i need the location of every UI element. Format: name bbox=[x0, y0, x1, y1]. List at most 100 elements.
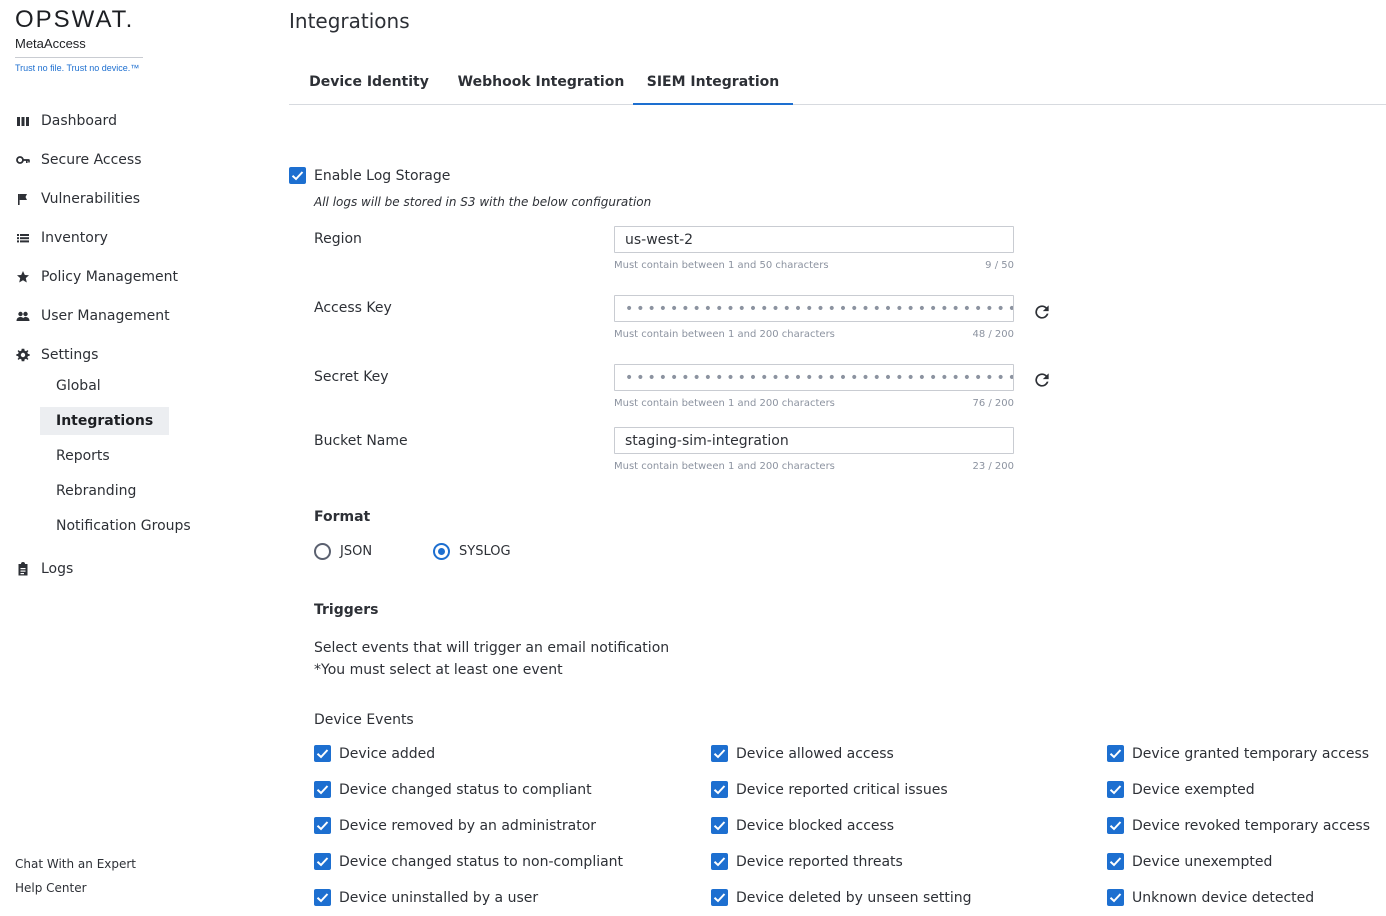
device-event-label: Device deleted by unseen setting bbox=[736, 889, 972, 906]
secret-key-char-count: 76 / 200 bbox=[972, 398, 1014, 409]
gear-icon bbox=[15, 347, 31, 363]
device-event-checkbox[interactable] bbox=[314, 817, 331, 834]
access-key-refresh-icon[interactable] bbox=[1032, 302, 1052, 322]
secret-key-hint-text: Must contain between 1 and 200 character… bbox=[614, 398, 835, 409]
json-radio[interactable] bbox=[314, 543, 331, 560]
device-event-label: Device exempted bbox=[1132, 781, 1255, 798]
device-event-item[interactable]: Device unexempted bbox=[1107, 853, 1272, 870]
device-event-checkbox[interactable] bbox=[711, 817, 728, 834]
device-event-checkbox[interactable] bbox=[711, 889, 728, 906]
device-event-checkbox[interactable] bbox=[711, 745, 728, 762]
sidebar-item-label: Settings bbox=[41, 347, 99, 363]
bucket-name-label: Bucket Name bbox=[314, 433, 408, 449]
region-hint-text: Must contain between 1 and 50 characters bbox=[614, 260, 829, 271]
secret-key-label: Secret Key bbox=[314, 369, 389, 385]
device-event-checkbox[interactable] bbox=[1107, 853, 1124, 870]
tab-siem-integration[interactable]: SIEM Integration bbox=[633, 60, 793, 105]
device-event-label: Device changed status to compliant bbox=[339, 781, 592, 798]
sidebar-item-user-management[interactable]: User Management bbox=[15, 304, 170, 328]
triggers-requirement: *You must select at least one event bbox=[314, 662, 563, 678]
device-event-checkbox[interactable] bbox=[1107, 745, 1124, 762]
opswat-logo: OPSWAT. bbox=[15, 6, 135, 33]
device-event-item[interactable]: Device granted temporary access bbox=[1107, 745, 1369, 762]
device-event-checkbox[interactable] bbox=[314, 853, 331, 870]
device-event-item[interactable]: Device changed status to non-compliant bbox=[314, 853, 623, 870]
device-event-label: Device changed status to non-compliant bbox=[339, 853, 624, 870]
sidebar-item-vulnerabilities[interactable]: Vulnerabilities bbox=[15, 187, 140, 211]
device-event-label: Device uninstalled by a user bbox=[339, 889, 539, 906]
sidebar-item-settings[interactable]: Settings bbox=[15, 343, 98, 367]
sidebar-item-inventory[interactable]: Inventory bbox=[15, 226, 108, 250]
sidebar-subitem-reports[interactable]: Reports bbox=[40, 442, 126, 470]
tab-bar: Device Identity Webhook Integration SIEM… bbox=[289, 60, 1386, 105]
device-event-checkbox[interactable] bbox=[314, 781, 331, 798]
device-event-label: Device reported threats bbox=[736, 853, 903, 870]
device-event-label: Unknown device detected bbox=[1132, 889, 1315, 906]
region-input[interactable]: us-west-2 bbox=[614, 226, 1014, 253]
sidebar-subitem-rebranding[interactable]: Rebranding bbox=[40, 477, 152, 505]
star-icon bbox=[15, 269, 31, 285]
device-event-item[interactable]: Device changed status to compliant bbox=[314, 781, 592, 798]
sidebar-item-label: User Management bbox=[41, 308, 170, 324]
chat-with-expert-link[interactable]: Chat With an Expert bbox=[15, 857, 136, 871]
list-icon bbox=[15, 230, 31, 246]
device-event-checkbox[interactable] bbox=[711, 781, 728, 798]
device-event-item[interactable]: Device allowed access bbox=[711, 745, 894, 762]
access-key-label: Access Key bbox=[314, 300, 392, 316]
format-option-syslog[interactable]: SYSLOG bbox=[433, 543, 511, 560]
secret-key-refresh-icon[interactable] bbox=[1032, 370, 1052, 390]
sidebar-subitem-global[interactable]: Global bbox=[40, 372, 117, 400]
clipboard-icon bbox=[15, 561, 31, 577]
json-radio-label: JSON bbox=[340, 544, 373, 559]
enable-log-storage[interactable]: Enable Log Storage bbox=[289, 167, 450, 184]
tab-device-identity[interactable]: Device Identity bbox=[289, 60, 449, 104]
device-event-checkbox[interactable] bbox=[1107, 781, 1124, 798]
device-event-label: Device added bbox=[339, 745, 436, 762]
device-event-label: Device revoked temporary access bbox=[1132, 817, 1370, 834]
device-event-label: Device reported critical issues bbox=[736, 781, 948, 798]
access-key-hint: Must contain between 1 and 200 character… bbox=[614, 329, 1014, 340]
bucket-name-char-count: 23 / 200 bbox=[972, 461, 1014, 472]
sidebar-item-label: Inventory bbox=[41, 230, 108, 246]
access-key-hint-text: Must contain between 1 and 200 character… bbox=[614, 329, 835, 340]
format-option-json[interactable]: JSON bbox=[314, 543, 372, 560]
enable-log-storage-checkbox[interactable] bbox=[289, 167, 306, 184]
sidebar-item-dashboard[interactable]: Dashboard bbox=[15, 109, 117, 133]
device-event-label: Device granted temporary access bbox=[1132, 745, 1370, 762]
device-event-item[interactable]: Device removed by an administrator bbox=[314, 817, 596, 834]
device-event-checkbox[interactable] bbox=[1107, 889, 1124, 906]
device-event-item[interactable]: Device blocked access bbox=[711, 817, 894, 834]
syslog-radio-label: SYSLOG bbox=[459, 544, 511, 559]
tab-webhook-integration[interactable]: Webhook Integration bbox=[449, 60, 633, 104]
sidebar-subitem-notification-groups[interactable]: Notification Groups bbox=[40, 512, 207, 540]
device-event-item[interactable]: Device revoked temporary access bbox=[1107, 817, 1370, 834]
device-event-item[interactable]: Device added bbox=[314, 745, 435, 762]
access-key-input[interactable]: ••••••••••••••••••••••••••••••••••••••••… bbox=[614, 295, 1014, 322]
sidebar-item-secure-access[interactable]: Secure Access bbox=[15, 148, 142, 172]
sidebar-item-label: Logs bbox=[41, 561, 74, 577]
device-event-checkbox[interactable] bbox=[314, 889, 331, 906]
device-event-checkbox[interactable] bbox=[711, 853, 728, 870]
sidebar-subitem-integrations[interactable]: Integrations bbox=[40, 407, 170, 435]
device-event-item[interactable]: Device uninstalled by a user bbox=[314, 889, 538, 906]
dashboard-icon bbox=[15, 113, 31, 129]
device-event-item[interactable]: Device reported critical issues bbox=[711, 781, 948, 798]
device-event-item[interactable]: Device deleted by unseen setting bbox=[711, 889, 972, 906]
triggers-description: Select events that will trigger an email… bbox=[314, 640, 670, 656]
device-event-checkbox[interactable] bbox=[1107, 817, 1124, 834]
brand[interactable]: OPSWAT. MetaAccess Trust no file. Trust … bbox=[15, 8, 143, 73]
users-icon bbox=[15, 308, 31, 324]
format-title: Format bbox=[314, 509, 371, 525]
secret-key-input[interactable]: ••••••••••••••••••••••••••••••••••••••••… bbox=[614, 364, 1014, 391]
device-event-item[interactable]: Device exempted bbox=[1107, 781, 1255, 798]
sidebar-item-label: Policy Management bbox=[41, 269, 178, 285]
syslog-radio[interactable] bbox=[433, 543, 450, 560]
bucket-name-input[interactable]: staging-sim-integration bbox=[614, 427, 1014, 454]
device-event-item[interactable]: Unknown device detected bbox=[1107, 889, 1314, 906]
sidebar-item-policy-management[interactable]: Policy Management bbox=[15, 265, 178, 289]
sidebar-item-logs[interactable]: Logs bbox=[15, 557, 73, 581]
secret-key-hint: Must contain between 1 and 200 character… bbox=[614, 398, 1014, 409]
device-event-item[interactable]: Device reported threats bbox=[711, 853, 903, 870]
help-center-link[interactable]: Help Center bbox=[15, 881, 87, 895]
device-event-checkbox[interactable] bbox=[314, 745, 331, 762]
